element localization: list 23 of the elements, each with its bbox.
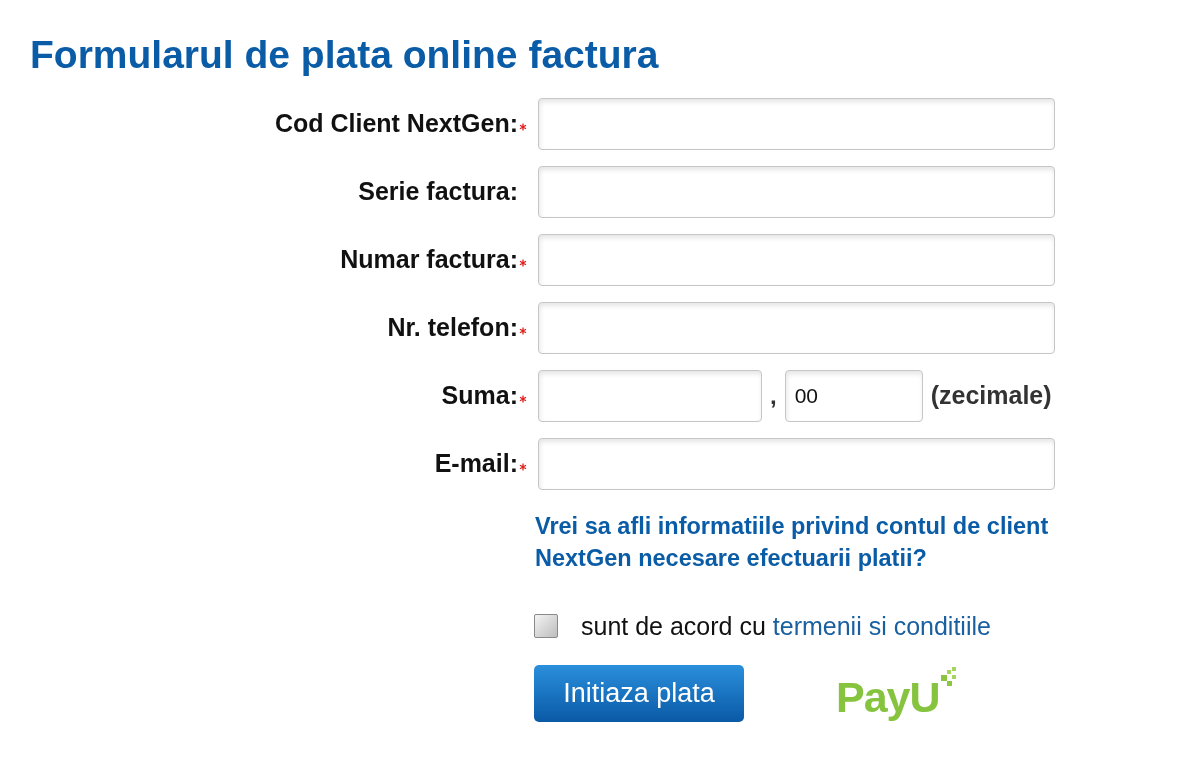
decimals-field[interactable]: 00 [784, 370, 923, 422]
agreement-checkbox[interactable] [534, 614, 558, 638]
field-label: E-mail: [434, 448, 518, 480]
field-label: Numar factura: [340, 244, 518, 276]
logo-dots-icon [940, 666, 957, 689]
input-field[interactable] [538, 302, 1055, 354]
agreement-text: sunt de acord cu termenii si conditiile [581, 611, 991, 641]
page-title: Formularul de plata online factura [30, 32, 659, 78]
submit-button[interactable]: Initiaza plata [534, 665, 744, 722]
decimal-separator: , [770, 381, 777, 411]
amount-field[interactable] [538, 370, 762, 422]
terms-link[interactable]: termenii si conditiile [772, 612, 991, 640]
input-field[interactable] [538, 234, 1055, 286]
input-field[interactable] [538, 438, 1055, 490]
field-label: Cod Client NextGen: [274, 108, 518, 140]
info-link[interactable]: Vrei sa afli informatiile privind contul de client NextGen necesare efectuarii platii? [535, 510, 1065, 574]
input-field[interactable] [538, 98, 1055, 150]
decimals-hint: (zecimale) [930, 380, 1052, 412]
input-field[interactable] [538, 166, 1055, 218]
field-label: Suma: [441, 380, 518, 412]
field-label: Serie factura: [358, 176, 518, 208]
field-label: Nr. telefon: [387, 312, 518, 344]
logo-text: PayU [836, 672, 940, 721]
